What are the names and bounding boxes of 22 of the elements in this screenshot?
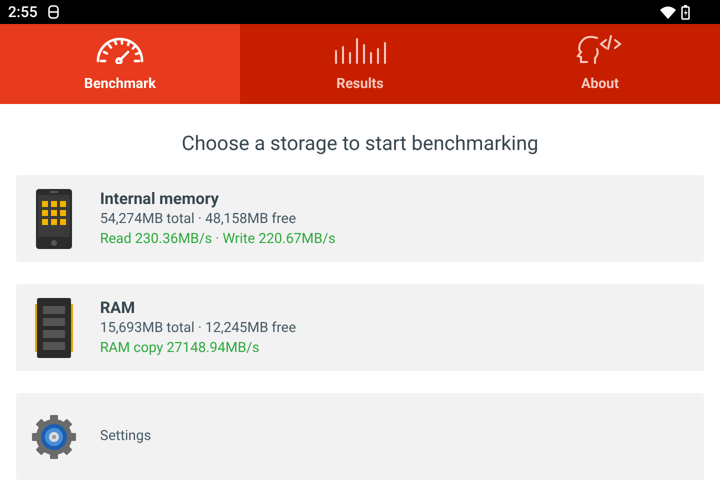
storage-title: Internal memory — [100, 188, 220, 210]
settings-card[interactable]: Settings — [16, 393, 704, 480]
tab[interactable]: About — [480, 24, 720, 104]
storage-speed: Read 230.36MB/s · Write 220.67MB/s — [100, 230, 336, 249]
storage-card[interactable]: Internal memory 54,274MB total · 48,158MB free Read 230.36MB/s · Write 220.67MB/s — [16, 175, 704, 262]
page-heading: Choose a storage to start benchmarking — [180, 130, 540, 157]
storage-capacity: 54,274MB total · 48,158MB free — [100, 210, 297, 229]
memory-chip-icon — [35, 298, 73, 358]
storage-capacity: 15,693MB total · 12,245MB free — [100, 319, 296, 338]
storage-card[interactable]: RAM 15,693MB total · 12,245MB free RAM copy 27148.94MB/s — [16, 284, 704, 371]
storage-speed: RAM copy 27148.94MB/s — [100, 339, 260, 358]
gear-icon — [32, 414, 76, 458]
settings-label: Settings — [100, 427, 152, 446]
status-time: 2:55 — [8, 2, 38, 23]
wifi-icon — [660, 6, 676, 18]
tab[interactable]: Results — [240, 24, 480, 104]
battery-icon — [681, 4, 690, 20]
phone-icon — [36, 188, 72, 248]
tab[interactable]: Benchmark — [0, 24, 240, 104]
storage-title: RAM — [100, 297, 136, 319]
bar-chart-icon — [334, 38, 386, 64]
status-app-icon — [48, 5, 59, 19]
